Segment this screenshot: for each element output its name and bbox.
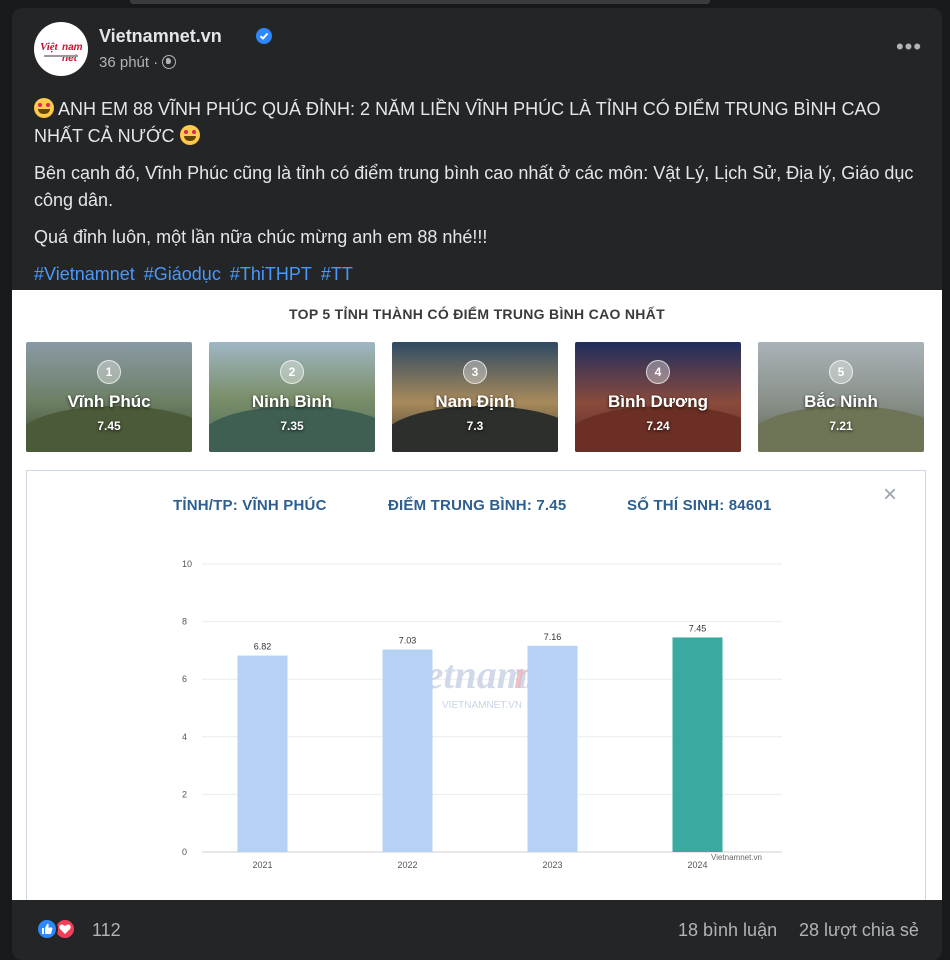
chart-source: Vietnamnet.vn: [711, 853, 762, 862]
post-footer: 112 18 bình luận 28 lượt chia sẻ: [12, 900, 942, 960]
verified-badge-icon: [256, 28, 272, 44]
province-name: Ninh Bình: [251, 392, 333, 411]
x-tick-label: 2023: [542, 860, 562, 870]
globe-icon: [162, 55, 177, 69]
panel-province: TỈNH/TP: VĨNH PHÚC: [173, 497, 327, 514]
comments-count-link[interactable]: 18 bình luận: [678, 920, 777, 941]
province-rank: 5: [829, 360, 853, 384]
hashtag-link[interactable]: #TT: [321, 264, 353, 284]
panel-candidates: SỐ THÍ SINH: 84601: [627, 497, 772, 514]
province-name: Bình Dương: [608, 392, 708, 411]
hashtag-link[interactable]: #Vietnamnet: [34, 264, 135, 284]
x-tick-label: 2024: [687, 860, 707, 870]
post-header: Việt nam net Vietnamnet.vn 36 phút · •••: [34, 22, 924, 80]
province-score: 7.3: [466, 419, 484, 433]
post-headline: ANH EM 88 VĨNH PHÚC QUÁ ĐỈNH: 2 NĂM LIỀN…: [34, 99, 881, 146]
bar-value-label: 7.45: [689, 623, 707, 633]
avatar-logo-text-b: nam net: [62, 42, 83, 64]
province-card: 1 Vĩnh Phúc 7.45: [26, 342, 192, 452]
province-rank: 1: [97, 360, 121, 384]
avatar-logo-line: [44, 55, 78, 57]
post-image[interactable]: TOP 5 TỈNH THÀNH CÓ ĐIỂM TRUNG BÌNH CAO …: [12, 290, 942, 900]
chart-bar: [237, 655, 288, 852]
y-tick-label: 8: [182, 617, 187, 627]
bar-value-label: 7.03: [399, 636, 417, 646]
more-options-button[interactable]: •••: [894, 36, 924, 60]
post-paragraph-1: Bên cạnh đó, Vĩnh Phúc cũng là tỉnh có đ…: [34, 163, 914, 210]
province-score: 7.24: [646, 419, 670, 433]
post-time[interactable]: 36 phút: [99, 54, 149, 71]
shares-count-link[interactable]: 28 lượt chia sẻ: [799, 920, 919, 941]
bar-value-label: 7.16: [544, 632, 562, 642]
watermark-url: VIETNAMNET.VN: [442, 700, 522, 711]
hashtag-list: #Vietnamnet #Giáodục #ThiTHPT #TT: [34, 261, 924, 288]
y-tick-label: 10: [182, 559, 192, 569]
bar-value-label: 6.82: [254, 642, 272, 652]
chart-bar: [527, 645, 578, 852]
province-score: 7.45: [97, 419, 121, 433]
infographic-title: TOP 5 TỈNH THÀNH CÓ ĐIỂM TRUNG BÌNH CAO …: [289, 306, 665, 322]
reaction-count[interactable]: 112: [92, 920, 121, 941]
close-icon[interactable]: ×: [883, 483, 897, 507]
avatar[interactable]: Việt nam net: [34, 22, 88, 76]
x-tick-label: 2021: [252, 860, 272, 870]
post-paragraph-2: Quá đỉnh luôn, một lần nữa chúc mừng anh…: [34, 227, 488, 247]
avatar-logo-text: Việt: [40, 41, 58, 53]
province-cards: 1 Vĩnh Phúc 7.45 2 Ninh Bình 7.35 3 Nam …: [26, 342, 926, 454]
province-card: 4 Bình Dương 7.24: [575, 342, 741, 452]
province-card: 3 Nam Định 7.3: [392, 342, 558, 452]
page-name[interactable]: Vietnamnet.vn: [99, 26, 222, 47]
province-name: Bắc Ninh: [804, 392, 878, 411]
x-tick-label: 2022: [397, 860, 417, 870]
post-card: Việt nam net Vietnamnet.vn 36 phút · •••…: [12, 8, 942, 960]
chart-bar: [672, 637, 723, 852]
score-chart: 0246810 Vietnam net VIETNAMNET.VN 6.8220…: [152, 540, 792, 880]
chart-svg: 0246810 Vietnam net VIETNAMNET.VN 6.8220…: [182, 559, 782, 870]
province-score: 7.21: [829, 419, 853, 433]
y-tick-label: 4: [182, 732, 187, 742]
heart-eyes-emoji-icon: [34, 98, 54, 118]
province-rank: 4: [646, 360, 670, 384]
province-name: Vĩnh Phúc: [67, 392, 151, 411]
province-name: Nam Định: [435, 392, 515, 411]
y-tick-label: 6: [182, 674, 187, 684]
province-rank: 3: [463, 360, 487, 384]
y-tick-label: 0: [182, 847, 187, 857]
province-card: 5 Bắc Ninh 7.21: [758, 342, 924, 452]
province-card: 2 Ninh Bình 7.35: [209, 342, 375, 452]
post-meta: 36 phút ·: [99, 54, 177, 71]
province-score: 7.35: [280, 419, 304, 433]
panel-average: ĐIỂM TRUNG BÌNH: 7.45: [388, 497, 567, 514]
hashtag-link[interactable]: #ThiTHPT: [230, 264, 312, 284]
top-strip: [130, 0, 710, 4]
post-text: ANH EM 88 VĨNH PHÚC QUÁ ĐỈNH: 2 NĂM LIỀN…: [34, 96, 924, 298]
like-reaction-icon[interactable]: [36, 918, 58, 940]
hashtag-link[interactable]: #Giáodục: [144, 264, 221, 284]
y-tick-label: 2: [182, 789, 187, 799]
chart-bar: [382, 649, 433, 852]
post-headline-line: ANH EM 88 VĨNH PHÚC QUÁ ĐỈNH: 2 NĂM LIỀN…: [34, 96, 924, 150]
province-rank: 2: [280, 360, 304, 384]
heart-eyes-emoji-icon: [179, 125, 200, 145]
